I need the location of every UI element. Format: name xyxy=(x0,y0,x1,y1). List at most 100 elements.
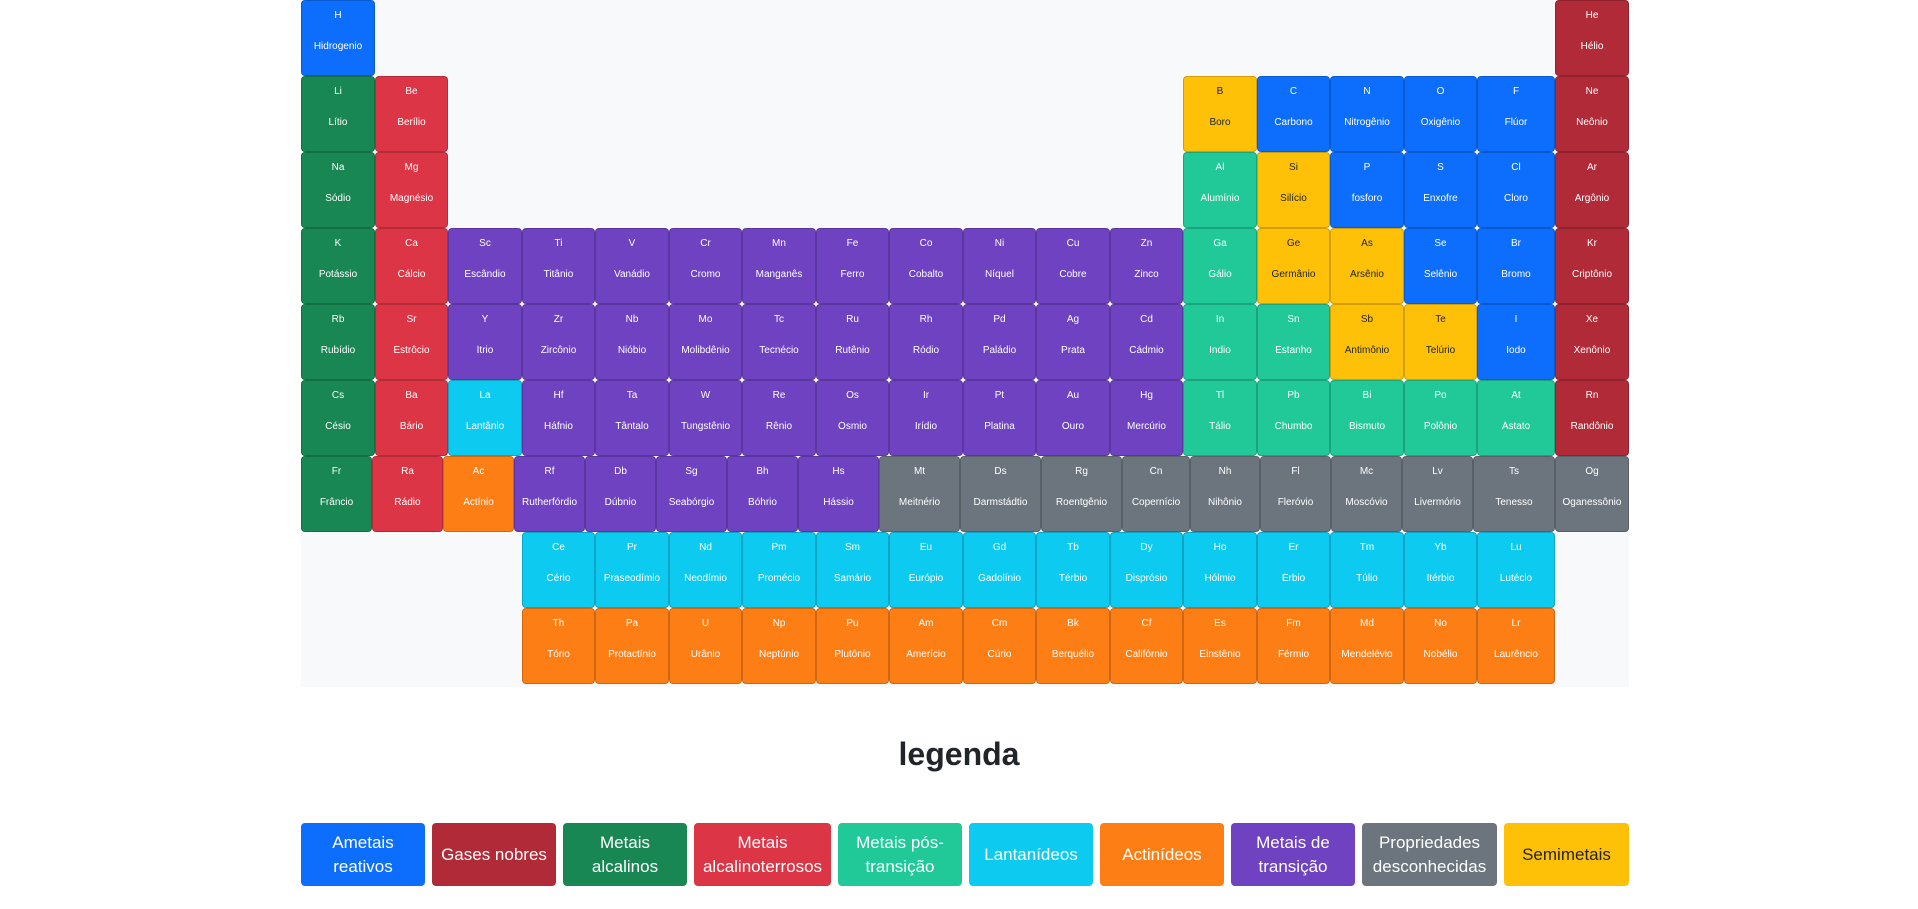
element-po[interactable]: Po Polônio xyxy=(1404,380,1477,456)
element-no[interactable]: No Nobélio xyxy=(1404,608,1477,684)
element-si[interactable]: Si Silício xyxy=(1257,152,1330,228)
element-dy[interactable]: Dy Disprósio xyxy=(1110,532,1183,608)
element-te[interactable]: Te Telúrio xyxy=(1404,304,1477,380)
element-am[interactable]: Am Amerício xyxy=(889,608,963,684)
element-sb[interactable]: Sb Antimônio xyxy=(1330,304,1404,380)
element-i[interactable]: I Iodo xyxy=(1477,304,1555,380)
element-db[interactable]: Db Dúbnio xyxy=(585,456,656,532)
element-th[interactable]: Th Tório xyxy=(522,608,595,684)
element-mg[interactable]: Mg Magnésio xyxy=(375,152,448,228)
element-nb[interactable]: Nb Nióbio xyxy=(595,304,669,380)
element-re[interactable]: Re Rênio xyxy=(742,380,816,456)
element-p[interactable]: Pfosforo xyxy=(1330,152,1404,228)
legend-item-post-transition-metal[interactable]: Metais pós-transição xyxy=(838,823,962,886)
element-cs[interactable]: Cs Césio xyxy=(301,380,375,456)
element-al[interactable]: Al Alumínio xyxy=(1183,152,1257,228)
element-nh[interactable]: Nh Nihônio xyxy=(1190,456,1260,532)
element-pu[interactable]: Pu Plutônio xyxy=(816,608,889,684)
element-os[interactable]: Os Ósmio xyxy=(816,380,889,456)
element-ds[interactable]: Ds Darmstádtio xyxy=(960,456,1041,532)
element-ce[interactable]: Ce Cério xyxy=(522,532,595,608)
element-ar[interactable]: Ar Argônio xyxy=(1555,152,1629,228)
element-bk[interactable]: Bk Berquélio xyxy=(1036,608,1110,684)
element-og[interactable]: Og Oganessônio xyxy=(1555,456,1629,532)
element-mc[interactable]: Mc Moscóvio xyxy=(1331,456,1402,532)
element-au[interactable]: Au Ouro xyxy=(1036,380,1110,456)
element-pm[interactable]: Pm Promécio xyxy=(742,532,816,608)
legend-item-lanthanide[interactable]: Lantanídeos xyxy=(969,823,1093,886)
element-tm[interactable]: Tm Túlio xyxy=(1330,532,1404,608)
element-y[interactable]: Y Ítrio xyxy=(448,304,522,380)
element-ca[interactable]: Ca Cálcio xyxy=(375,228,448,304)
element-be[interactable]: Be Berílio xyxy=(375,76,448,152)
element-ra[interactable]: Ra Rádio xyxy=(372,456,443,532)
element-h[interactable]: H Hidrogenio xyxy=(301,0,375,76)
element-sr[interactable]: Sr Estrôcio xyxy=(375,304,448,380)
element-zn[interactable]: Zn Zinco xyxy=(1110,228,1183,304)
element-cn[interactable]: Cn Copernício xyxy=(1122,456,1190,532)
element-cr[interactable]: Cr Cromo xyxy=(669,228,742,304)
element-np[interactable]: Np Neptúnio xyxy=(742,608,816,684)
element-pt[interactable]: Pt Platina xyxy=(963,380,1036,456)
element-rn[interactable]: Rn Randônio xyxy=(1555,380,1629,456)
element-ru[interactable]: Ru Rutênio xyxy=(816,304,889,380)
element-v[interactable]: V Vanádio xyxy=(595,228,669,304)
element-ho[interactable]: Ho Hólmio xyxy=(1183,532,1257,608)
element-bh[interactable]: Bh Bóhrio xyxy=(727,456,798,532)
element-cd[interactable]: Cd Cádmio xyxy=(1110,304,1183,380)
element-ne[interactable]: Ne Neônio xyxy=(1555,76,1629,152)
element-b[interactable]: B Boro xyxy=(1183,76,1257,152)
legend-item-alkali-metal[interactable]: Metais alcalinos xyxy=(563,823,687,886)
element-cm[interactable]: Cm Cúrio xyxy=(963,608,1036,684)
element-er[interactable]: Er Érbio xyxy=(1257,532,1330,608)
element-se[interactable]: Se Selênio xyxy=(1404,228,1477,304)
element-f[interactable]: F Flúor xyxy=(1477,76,1555,152)
element-zr[interactable]: Zr Zircônio xyxy=(522,304,595,380)
element-sg[interactable]: Sg Seabórgio xyxy=(656,456,727,532)
element-ti[interactable]: Ti Titânio xyxy=(522,228,595,304)
element-n[interactable]: N Nitrogênio xyxy=(1330,76,1404,152)
element-mn[interactable]: Mn Manganês xyxy=(742,228,816,304)
element-br[interactable]: Br Bromo xyxy=(1477,228,1555,304)
element-gd[interactable]: Gd Gadolínio xyxy=(963,532,1036,608)
element-as[interactable]: As Arsênio xyxy=(1330,228,1404,304)
element-w[interactable]: W Tungstênio xyxy=(669,380,742,456)
element-ba[interactable]: Ba Bário xyxy=(375,380,448,456)
element-sn[interactable]: Sn Estanho xyxy=(1257,304,1330,380)
element-ts[interactable]: Ts Tenesso xyxy=(1473,456,1555,532)
element-lr[interactable]: Lr Laurêncio xyxy=(1477,608,1555,684)
legend-item-actinide[interactable]: Actinídeos xyxy=(1100,823,1224,886)
element-s[interactable]: S Enxofre xyxy=(1404,152,1477,228)
element-u[interactable]: U Urânio xyxy=(669,608,742,684)
element-rh[interactable]: Rh Ródio xyxy=(889,304,963,380)
element-ac[interactable]: Ac Actínio xyxy=(443,456,514,532)
element-xe[interactable]: Xe Xenônio xyxy=(1555,304,1629,380)
legend-item-metalloid[interactable]: Semimetais xyxy=(1504,823,1629,886)
element-rf[interactable]: Rf Rutherfórdio xyxy=(514,456,585,532)
element-fl[interactable]: Fl Fleróvio xyxy=(1260,456,1331,532)
element-fm[interactable]: Fm Férmio xyxy=(1257,608,1330,684)
element-bi[interactable]: Bi Bismuto xyxy=(1330,380,1404,456)
element-md[interactable]: Md Mendelévio xyxy=(1330,608,1404,684)
element-ga[interactable]: Ga Gálio xyxy=(1183,228,1257,304)
element-rg[interactable]: Rg Roentgênio xyxy=(1041,456,1122,532)
element-sc[interactable]: Sc Escândio xyxy=(448,228,522,304)
legend-item-alkaline-earth-metal[interactable]: Metais alcalinoterrosos xyxy=(694,823,831,886)
element-cl[interactable]: Cl Cloro xyxy=(1477,152,1555,228)
element-nd[interactable]: Nd Neodímio xyxy=(669,532,742,608)
element-pr[interactable]: Pr Praseodímio xyxy=(595,532,669,608)
element-li[interactable]: Li Lítio xyxy=(301,76,375,152)
element-lv[interactable]: Lv Livermório xyxy=(1402,456,1473,532)
element-fe[interactable]: Fe Ferro xyxy=(816,228,889,304)
element-tb[interactable]: Tb Térbio xyxy=(1036,532,1110,608)
element-he[interactable]: He Hélio xyxy=(1555,0,1629,76)
element-tc[interactable]: Tc Tecnécio xyxy=(742,304,816,380)
element-co[interactable]: Co Cobalto xyxy=(889,228,963,304)
element-hs[interactable]: Hs Hássio xyxy=(798,456,879,532)
element-rb[interactable]: Rb Rubídio xyxy=(301,304,375,380)
element-hg[interactable]: Hg Mercúrio xyxy=(1110,380,1183,456)
element-c[interactable]: C Carbono xyxy=(1257,76,1330,152)
element-ag[interactable]: Ag Prata xyxy=(1036,304,1110,380)
element-at[interactable]: At Ástato xyxy=(1477,380,1555,456)
element-fr[interactable]: Fr Frâncio xyxy=(301,456,372,532)
